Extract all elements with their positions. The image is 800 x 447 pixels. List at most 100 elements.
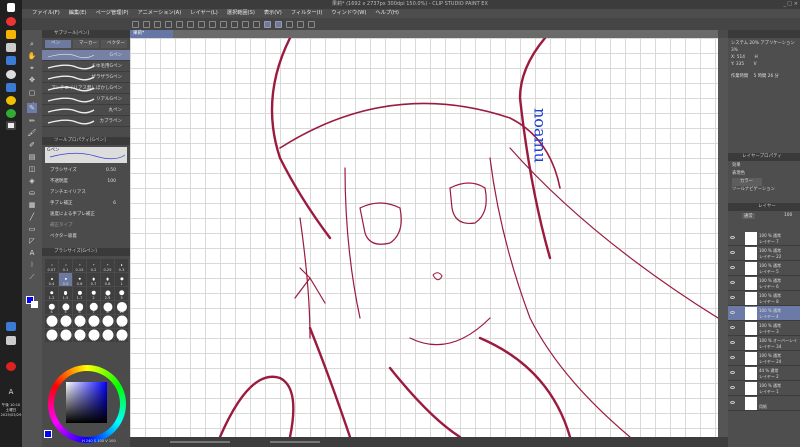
brush-size-option[interactable]: 0.3 (115, 259, 128, 272)
clear-icon[interactable] (198, 20, 205, 28)
menu-filter[interactable]: フィルター(I) (291, 9, 322, 18)
speed-stabilization-row[interactable]: 速度による手ブレ補正 (42, 209, 130, 220)
brush-size-option[interactable]: 1.5 (59, 287, 72, 300)
windows-start-icon[interactable] (7, 3, 15, 12)
eye-icon[interactable] (730, 296, 735, 299)
menu-animation[interactable]: アニメーション(A) (138, 9, 182, 18)
gradient-tool-icon[interactable]: ▦ (27, 200, 37, 210)
save-icon[interactable] (154, 20, 161, 28)
brush-size-option[interactable]: 3 (115, 287, 128, 300)
frame-tool-icon[interactable]: ▭ (27, 224, 37, 234)
brush-size-option[interactable]: 60 (73, 329, 86, 342)
rotate-slider[interactable] (270, 441, 320, 443)
brush-size-option[interactable]: 20 (87, 315, 100, 328)
new-icon[interactable] (132, 20, 139, 28)
vector-snap-row[interactable]: ベクター吸着 (42, 231, 130, 242)
move-tool-icon[interactable]: ✥ (27, 75, 37, 85)
snap-special-ruler-icon[interactable] (275, 20, 282, 28)
brush-size-option[interactable]: 0.7 (87, 273, 100, 286)
color-wheel[interactable] (48, 365, 126, 443)
opacity-value[interactable]: 100 (107, 176, 116, 187)
info-icon[interactable] (308, 20, 315, 28)
layer-row[interactable]: 100 % オーバーレイ レイヤー 34 (728, 336, 800, 351)
brush-size-option[interactable]: 1 (115, 273, 128, 286)
menu-selection[interactable]: 選択範囲(S) (227, 9, 255, 18)
canvas[interactable]: noamu (130, 38, 718, 437)
deselect-icon[interactable] (231, 20, 238, 28)
undo-icon[interactable] (176, 20, 183, 28)
main-color-swatch[interactable] (44, 430, 52, 438)
brush-size-option[interactable]: 6 (73, 301, 86, 314)
brush-size-option[interactable]: 1.2 (45, 287, 58, 300)
minimize-button[interactable]: _ (784, 0, 787, 9)
maximize-button[interactable]: □ (787, 0, 792, 9)
brush-size-option[interactable]: 0.1 (59, 259, 72, 272)
brush-size-option[interactable]: 7 (87, 301, 100, 314)
menu-edit[interactable]: 編集(E) (69, 9, 87, 18)
app-icon[interactable] (6, 43, 16, 52)
brush-item[interactable]: Gペン (42, 50, 130, 61)
brush-size-option[interactable]: 0.25 (101, 259, 114, 272)
snap-grid-icon[interactable] (286, 20, 293, 28)
brush-size-option[interactable]: 10 (115, 301, 128, 314)
brush-size-option[interactable]: 15 (59, 315, 72, 328)
brush-size-option[interactable]: 2 (87, 287, 100, 300)
eye-icon[interactable] (730, 236, 735, 239)
brush-size-option[interactable]: 8 (101, 301, 114, 314)
brush-size-option[interactable]: 4 (45, 301, 58, 314)
app-icon[interactable] (6, 96, 16, 105)
brush-size-option[interactable]: 50 (59, 329, 72, 342)
settings-icon[interactable] (6, 70, 16, 79)
transform-icon[interactable] (220, 20, 227, 28)
menu-window[interactable]: ウィンドウ(W) (331, 9, 366, 18)
pen-tool-icon[interactable]: ✎ (27, 103, 37, 113)
tab-marker[interactable]: マーカー (73, 40, 99, 48)
layer-row[interactable]: 100 % 通常 レイヤー 4 (728, 306, 800, 321)
brush-size-row[interactable]: ブラシサイズ 0.50 (42, 165, 130, 176)
vertical-scrollbar[interactable] (718, 38, 728, 437)
layer-row[interactable]: 用紙 (728, 396, 800, 411)
document-tab[interactable]: 果莉* (130, 30, 173, 38)
tab-vector[interactable]: ベクター (101, 40, 127, 48)
figure-tool-icon[interactable]: ╱ (27, 212, 37, 222)
layer-row[interactable]: 100 % 通常 レイヤー 1 (728, 381, 800, 396)
eye-icon[interactable] (730, 266, 735, 269)
balloon-tool-icon[interactable]: ⦚ (27, 260, 37, 270)
eye-icon[interactable] (730, 371, 735, 374)
layer-row[interactable]: 44 % 通常 レイヤー 2 (728, 366, 800, 381)
open-icon[interactable] (143, 20, 150, 28)
app-icon[interactable] (6, 56, 16, 65)
brush-item[interactable]: ザラザラGペン (42, 72, 130, 83)
brush-item[interactable]: カブラペン (42, 116, 130, 127)
eye-icon[interactable] (730, 341, 735, 344)
layer-row[interactable]: 100 % 通常 レイヤー 5 (728, 261, 800, 276)
menu-view[interactable]: 表示(V) (264, 9, 282, 18)
ruler-tool-icon[interactable]: ◸ (27, 236, 37, 246)
clock[interactable]: 午後 10:10 土曜日 2025/03/29 (0, 403, 22, 418)
airbrush-tool-icon[interactable]: ✐ (27, 140, 37, 150)
menu-layer[interactable]: レイヤー(L) (190, 9, 218, 18)
brush-size-option[interactable]: 25 (101, 315, 114, 328)
brush-size-option[interactable]: 80 (101, 329, 114, 342)
brush-size-option[interactable]: 12 (45, 315, 58, 328)
close-button[interactable]: × (794, 0, 798, 9)
print-icon[interactable] (165, 20, 172, 28)
correction-type-row[interactable]: 補正タイプ (42, 220, 130, 231)
zoom-tool-icon[interactable]: ⌕ (27, 39, 37, 49)
brush-size-option[interactable]: 0.4 (45, 273, 58, 286)
eye-icon[interactable] (730, 281, 735, 284)
eye-icon[interactable] (730, 251, 735, 254)
chrome-icon[interactable] (6, 17, 16, 26)
ime-indicator[interactable]: A (0, 388, 22, 396)
brush-size-option[interactable]: 0.2 (87, 259, 100, 272)
operation-tool-icon[interactable]: ⌖ (27, 63, 37, 73)
zoom-slider[interactable] (170, 441, 230, 443)
correct-line-tool-icon[interactable]: ⟋ (27, 272, 37, 282)
hand-tool-icon[interactable]: ✋ (27, 51, 37, 61)
layer-row[interactable]: 100 % 通常 レイヤー 3 (728, 321, 800, 336)
brush-size-value[interactable]: 0.50 (106, 165, 116, 176)
eye-icon[interactable] (730, 311, 735, 314)
layer-row[interactable]: 100 % 通常 レイヤー 8 (728, 291, 800, 306)
fill-icon[interactable] (209, 20, 216, 28)
eye-icon[interactable] (730, 356, 735, 359)
